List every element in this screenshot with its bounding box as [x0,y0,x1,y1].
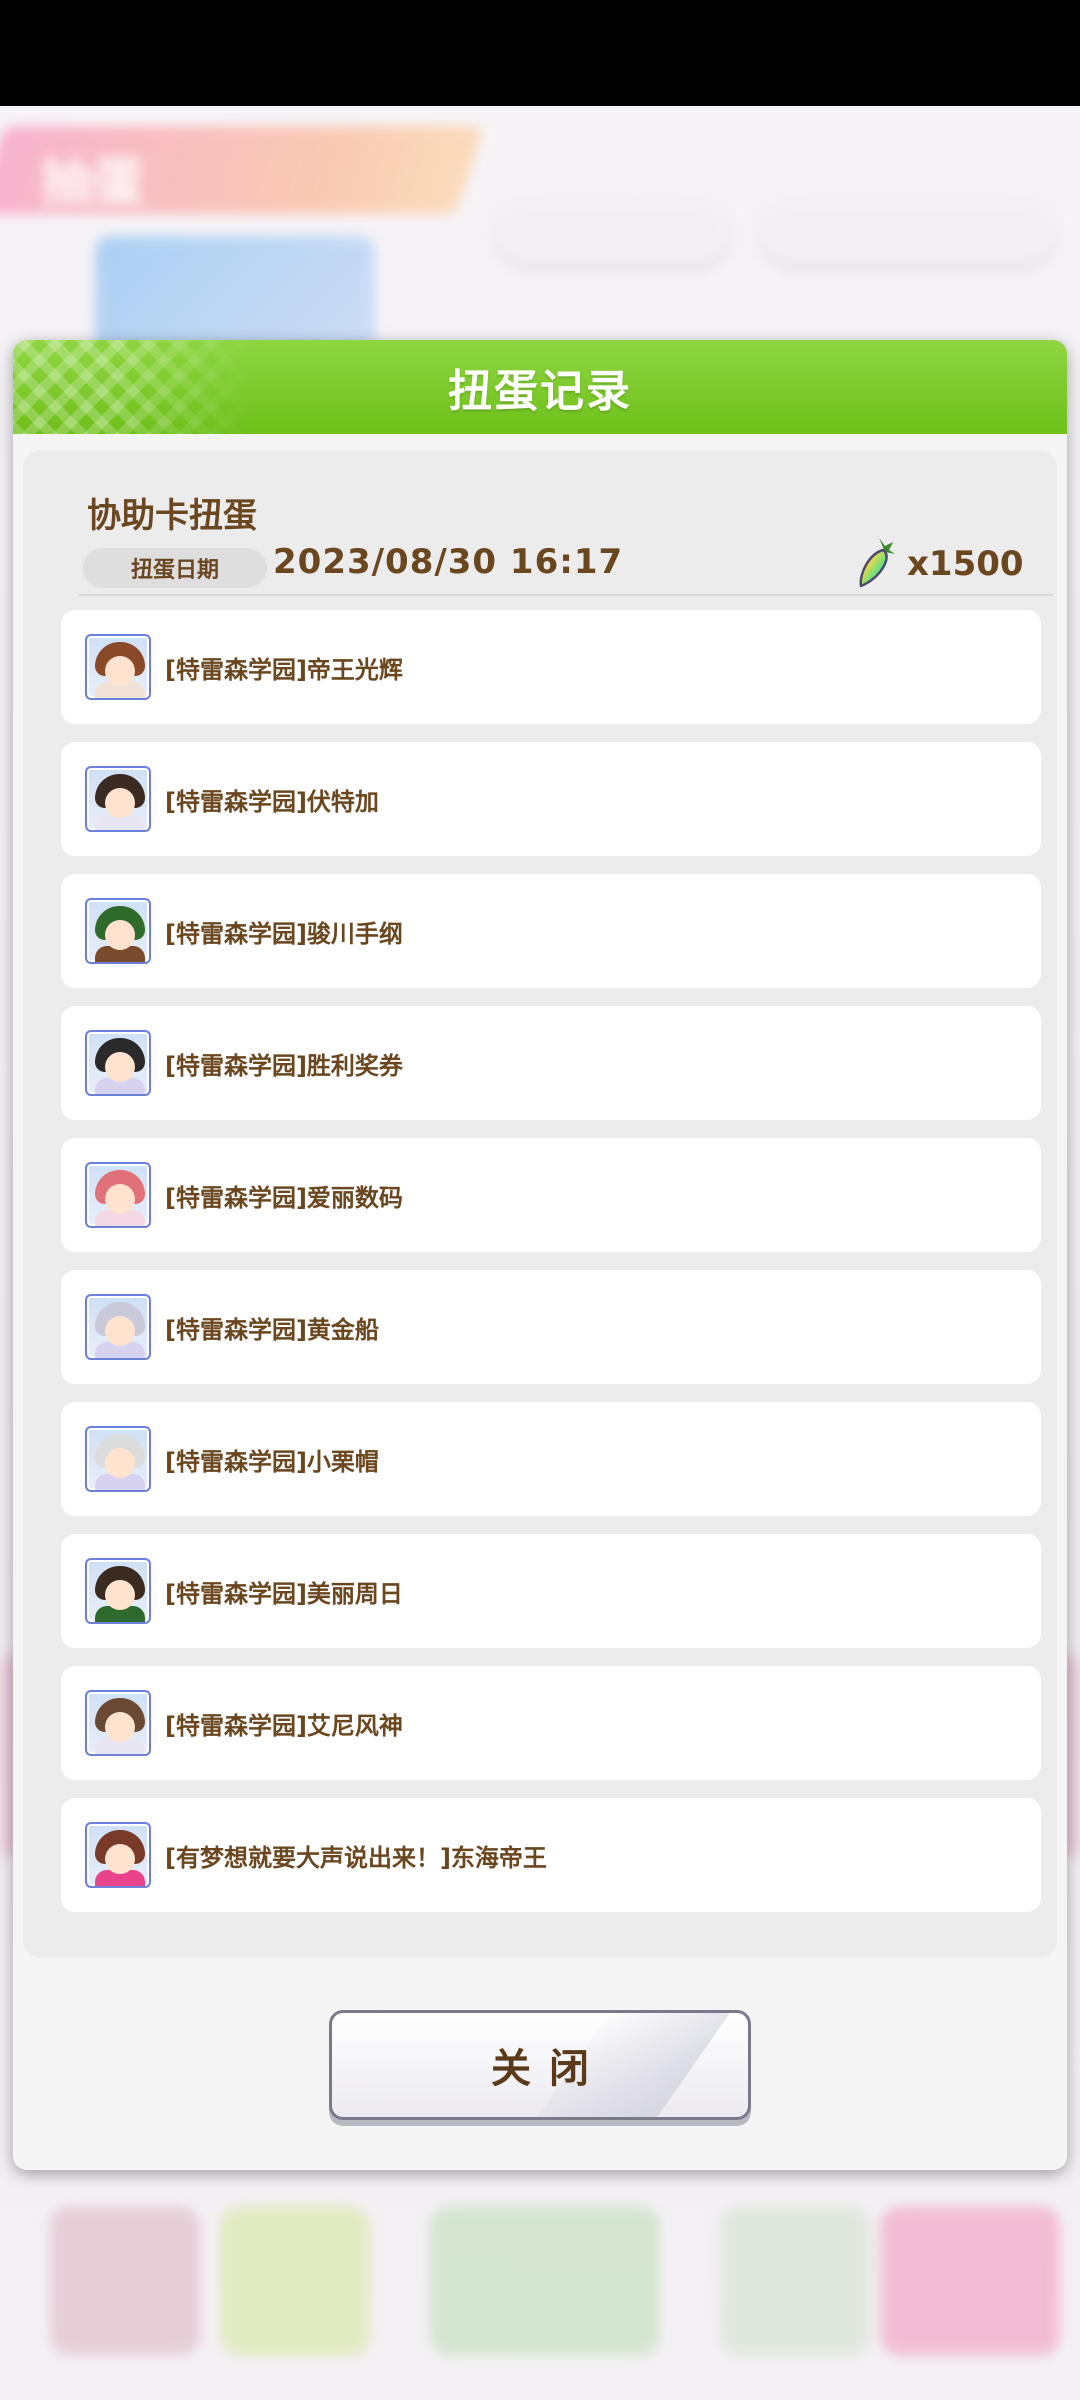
list-item[interactable]: [有梦想就要大声说出来！]东海帝王 [61,1798,1041,1912]
background-nav-item [720,2206,870,2356]
character-card-name: [特雷森学园]骏川手纲 [165,919,403,948]
background-nav-item [50,2206,200,2356]
list-item[interactable]: [特雷森学园]爱丽数码 [61,1138,1041,1252]
background-pill-button-1 [495,198,730,264]
character-avatar [85,898,151,964]
character-card-name: [特雷森学园]帝王光辉 [165,655,403,684]
list-item[interactable]: [特雷森学园]黄金船 [61,1270,1041,1384]
character-avatar [85,1162,151,1228]
list-item[interactable]: [特雷森学园]美丽周日 [61,1534,1041,1648]
close-button[interactable]: 关闭 [329,2010,751,2120]
dialog-title: 扭蛋记录 [448,366,632,417]
character-card-name: [特雷森学园]伏特加 [165,787,379,816]
background-nav-item [220,2206,370,2356]
character-avatar [85,1822,151,1888]
record-panel[interactable]: 协助卡扭蛋 扭蛋日期 2023/08/30 16:17 x1500 [特雷森学园… [23,450,1057,1958]
list-item[interactable]: [特雷森学园]骏川手纲 [61,874,1041,988]
date-value: 2023/08/30 16:17 [273,542,624,582]
character-card-name: [特雷森学园]小栗帽 [165,1447,379,1476]
status-bar [0,0,1080,106]
character-avatar [85,766,151,832]
character-card-name: [特雷森学园]艾尼风神 [165,1711,403,1740]
date-label: 扭蛋日期 [83,548,267,588]
list-item[interactable]: [特雷森学园]帝王光辉 [61,610,1041,724]
gacha-record-dialog: 扭蛋记录 协助卡扭蛋 扭蛋日期 2023/08/30 16:17 x1500 [… [13,340,1067,2170]
background-bottom-nav [0,2186,1080,2400]
background-header-text: 抽蛋 [40,153,145,213]
background-nav-item [880,2206,1060,2356]
divider [79,594,1053,596]
character-avatar [85,1294,151,1360]
character-avatar [85,634,151,700]
rainbow-carrot-icon [859,538,895,588]
background-nav-item [430,2206,660,2356]
close-button-label: 关闭 [491,2046,607,2092]
list-item[interactable]: [特雷森学园]伏特加 [61,742,1041,856]
character-card-name: [特雷森学园]爱丽数码 [165,1183,403,1212]
list-item[interactable]: [特雷森学园]艾尼风神 [61,1666,1041,1780]
list-item[interactable]: [特雷森学园]小栗帽 [61,1402,1041,1516]
gacha-result-list[interactable]: [特雷森学园]帝王光辉 [特雷森学园]伏特加 [特雷森学园]骏川手纲 [特雷森学园]胜… [61,610,1041,1930]
background-pill-button-2 [760,198,1055,264]
character-card-name: [特雷森学园]黄金船 [165,1315,379,1344]
character-avatar [85,1690,151,1756]
dialog-header: 扭蛋记录 [13,340,1067,434]
record-title: 协助卡扭蛋 [87,496,257,536]
header-pattern [13,340,253,434]
background-banner [95,236,375,356]
list-item[interactable]: [特雷森学园]胜利奖券 [61,1006,1041,1120]
cost-value: x1500 [907,544,1024,584]
character-avatar [85,1558,151,1624]
character-card-name: [有梦想就要大声说出来！]东海帝王 [165,1843,547,1872]
character-avatar [85,1426,151,1492]
character-card-name: [特雷森学园]美丽周日 [165,1579,403,1608]
character-card-name: [特雷森学园]胜利奖券 [165,1051,403,1080]
character-avatar [85,1030,151,1096]
